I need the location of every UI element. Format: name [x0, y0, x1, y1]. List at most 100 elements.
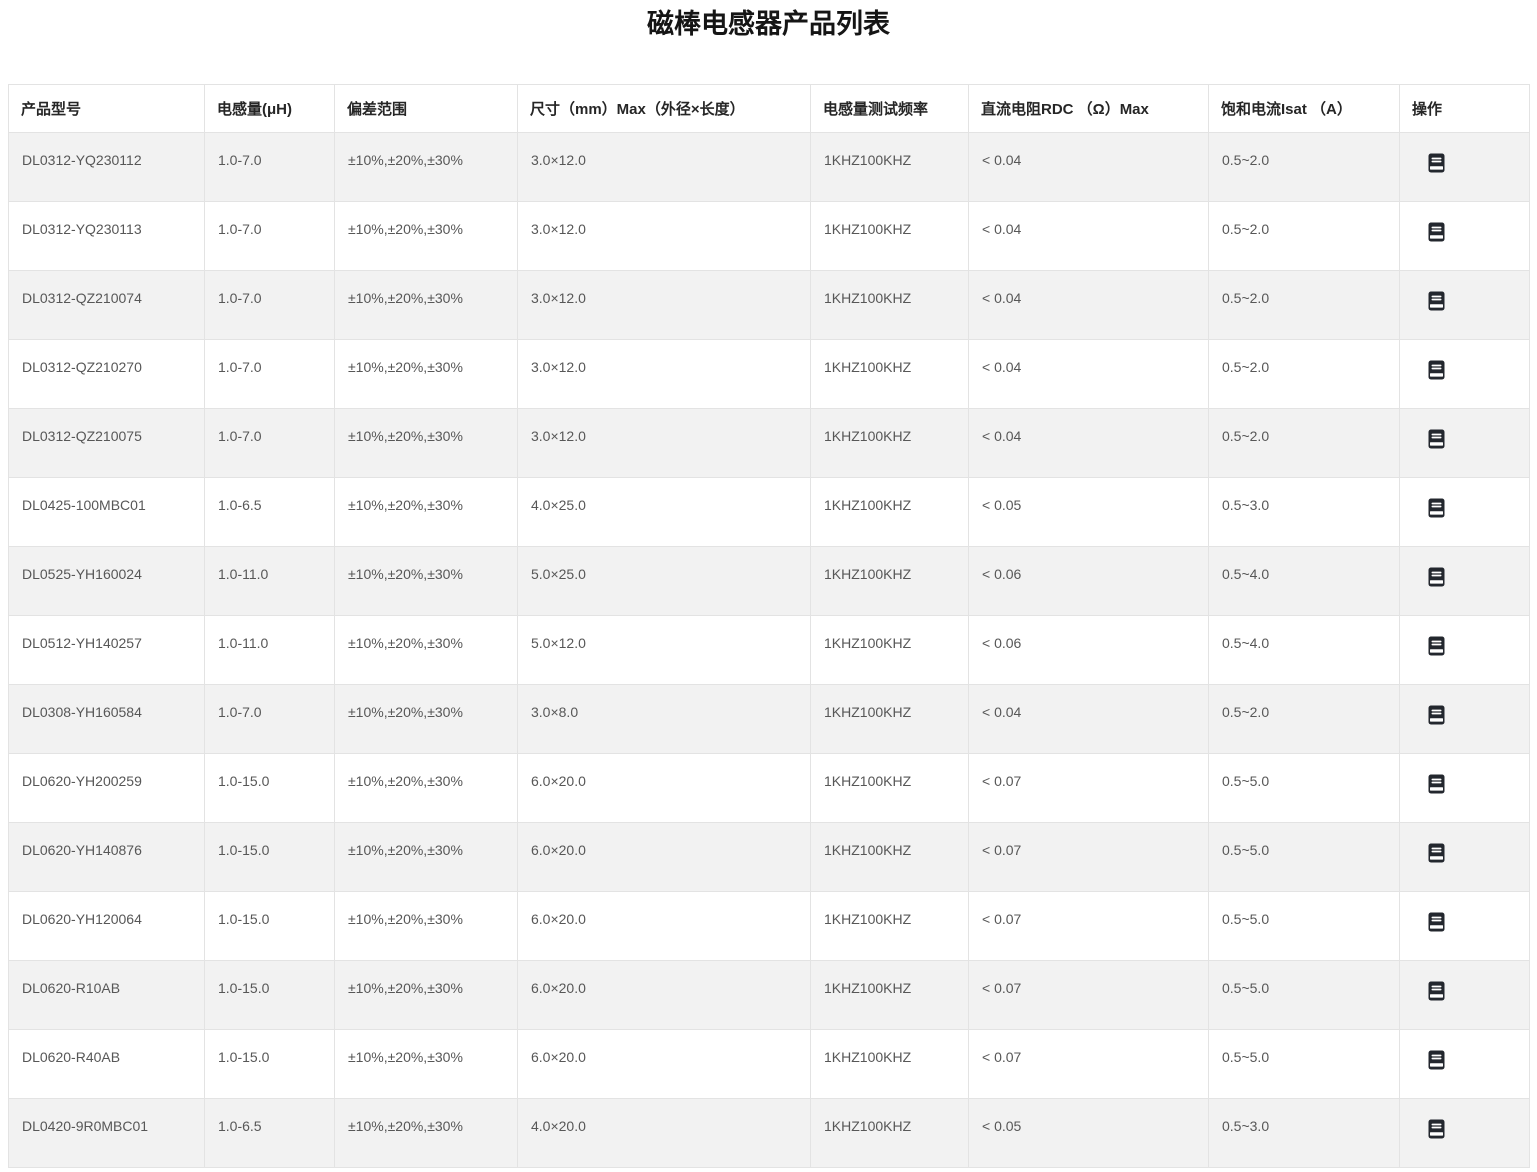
cell-action [1399, 960, 1530, 1030]
cell-isat: 0.5~5.0 [1208, 891, 1400, 961]
cell-action [1399, 270, 1530, 340]
table-row: DL0620-YH140876 1.0-15.0 ±10%,±20%,±30% 6.0… [8, 822, 1530, 892]
cell-isat: 0.5~4.0 [1208, 546, 1400, 616]
cell-isat: 0.5~5.0 [1208, 753, 1400, 823]
cell-isat: 0.5~2.0 [1208, 132, 1400, 202]
cell-action [1399, 132, 1530, 202]
cell-model: DL0620-R40AB [8, 1029, 205, 1099]
view-detail-button[interactable] [1428, 774, 1445, 794]
cell-action [1399, 408, 1530, 478]
table-row: DL0308-YH160584 1.0-7.0 ±10%,±20%,±30% 3.0×… [8, 684, 1530, 754]
page-title: 磁棒电感器产品列表 [647, 9, 890, 39]
view-detail-button[interactable] [1428, 153, 1445, 173]
cell-isat: 0.5~3.0 [1208, 1098, 1400, 1168]
cell-inductance: 1.0-11.0 [204, 615, 335, 685]
view-detail-button[interactable] [1428, 567, 1445, 587]
cell-tolerance: ±10%,±20%,±30% [334, 753, 518, 823]
cell-inductance: 1.0-15.0 [204, 822, 335, 892]
cell-tolerance: ±10%,±20%,±30% [334, 960, 518, 1030]
cell-action [1399, 684, 1530, 754]
datasheet-icon [1428, 567, 1445, 587]
view-detail-button[interactable] [1428, 981, 1445, 1001]
cell-model: DL0312-YQ230112 [8, 132, 205, 202]
header-row: 产品型号 电感量(μH) 偏差范围 尺寸（mm）Max（外径×长度） 电感量测试频率 直流… [8, 84, 1530, 133]
cell-isat: 0.5~2.0 [1208, 339, 1400, 409]
cell-tolerance: ±10%,±20%,±30% [334, 822, 518, 892]
cell-inductance: 1.0-15.0 [204, 891, 335, 961]
datasheet-icon [1428, 360, 1445, 380]
cell-inductance: 1.0-11.0 [204, 546, 335, 616]
cell-rdc: < 0.04 [968, 270, 1209, 340]
datasheet-icon [1428, 153, 1445, 173]
datasheet-icon [1428, 774, 1445, 794]
cell-freq: 1KHZ100KHZ [810, 1029, 969, 1099]
cell-isat: 0.5~2.0 [1208, 408, 1400, 478]
datasheet-icon [1428, 291, 1445, 311]
datasheet-icon [1428, 912, 1445, 932]
datasheet-icon [1428, 636, 1445, 656]
cell-size: 4.0×25.0 [517, 477, 811, 547]
cell-action [1399, 615, 1530, 685]
cell-model: DL0525-YH160024 [8, 546, 205, 616]
cell-tolerance: ±10%,±20%,±30% [334, 408, 518, 478]
cell-inductance: 1.0-7.0 [204, 339, 335, 409]
cell-size: 6.0×20.0 [517, 753, 811, 823]
cell-freq: 1KHZ100KHZ [810, 201, 969, 271]
table-row: DL0425-100MBC01 1.0-6.5 ±10%,±20%,±30% 4.0×… [8, 477, 1530, 547]
cell-model: DL0312-QZ210270 [8, 339, 205, 409]
view-detail-button[interactable] [1428, 429, 1445, 449]
cell-isat: 0.5~5.0 [1208, 1029, 1400, 1099]
cell-tolerance: ±10%,±20%,±30% [334, 615, 518, 685]
view-detail-button[interactable] [1428, 222, 1445, 242]
cell-rdc: < 0.04 [968, 408, 1209, 478]
cell-inductance: 1.0-6.5 [204, 477, 335, 547]
column-header-model: 产品型号 [8, 84, 205, 133]
cell-action [1399, 1098, 1530, 1168]
view-detail-button[interactable] [1428, 912, 1445, 932]
cell-tolerance: ±10%,±20%,±30% [334, 1029, 518, 1099]
cell-isat: 0.5~4.0 [1208, 615, 1400, 685]
product-table: 产品型号 电感量(μH) 偏差范围 尺寸（mm）Max（外径×长度） 电感量测试频率 直流… [8, 84, 1530, 1168]
cell-rdc: < 0.05 [968, 1098, 1209, 1168]
cell-action [1399, 477, 1530, 547]
table-row: DL0420-9R0MBC01 1.0-6.5 ±10%,±20%,±30% 4.0×… [8, 1098, 1530, 1168]
view-detail-button[interactable] [1428, 1050, 1445, 1070]
cell-inductance: 1.0-7.0 [204, 132, 335, 202]
cell-tolerance: ±10%,±20%,±30% [334, 891, 518, 961]
view-detail-button[interactable] [1428, 498, 1445, 518]
cell-action [1399, 753, 1530, 823]
datasheet-icon [1428, 498, 1445, 518]
view-detail-button[interactable] [1428, 705, 1445, 725]
table-row: DL0312-QZ210270 1.0-7.0 ±10%,±20%,±30% 3.0×… [8, 339, 1530, 409]
cell-size: 3.0×12.0 [517, 201, 811, 271]
cell-size: 4.0×20.0 [517, 1098, 811, 1168]
cell-freq: 1KHZ100KHZ [810, 477, 969, 547]
view-detail-button[interactable] [1428, 636, 1445, 656]
datasheet-icon [1428, 843, 1445, 863]
cell-tolerance: ±10%,±20%,±30% [334, 684, 518, 754]
cell-rdc: < 0.06 [968, 546, 1209, 616]
cell-size: 3.0×12.0 [517, 132, 811, 202]
table-row: DL0620-YH120064 1.0-15.0 ±10%,±20%,±30% 6.0… [8, 891, 1530, 961]
cell-model: DL0620-YH200259 [8, 753, 205, 823]
view-detail-button[interactable] [1428, 1119, 1445, 1139]
view-detail-button[interactable] [1428, 843, 1445, 863]
cell-isat: 0.5~5.0 [1208, 822, 1400, 892]
page: 磁棒电感器产品列表 产品型号 电感量(μH) 偏差范围 尺寸（mm）Max（外径×长度… [0, 0, 1537, 1172]
cell-size: 3.0×12.0 [517, 270, 811, 340]
cell-inductance: 1.0-15.0 [204, 960, 335, 1030]
cell-inductance: 1.0-7.0 [204, 408, 335, 478]
column-header-action: 操作 [1399, 84, 1530, 133]
cell-model: DL0312-QZ210074 [8, 270, 205, 340]
cell-tolerance: ±10%,±20%,±30% [334, 546, 518, 616]
cell-rdc: < 0.07 [968, 753, 1209, 823]
cell-rdc: < 0.07 [968, 822, 1209, 892]
cell-model: DL0308-YH160584 [8, 684, 205, 754]
cell-rdc: < 0.04 [968, 684, 1209, 754]
cell-freq: 1KHZ100KHZ [810, 339, 969, 409]
cell-rdc: < 0.04 [968, 201, 1209, 271]
view-detail-button[interactable] [1428, 291, 1445, 311]
cell-freq: 1KHZ100KHZ [810, 822, 969, 892]
cell-tolerance: ±10%,±20%,±30% [334, 1098, 518, 1168]
view-detail-button[interactable] [1428, 360, 1445, 380]
